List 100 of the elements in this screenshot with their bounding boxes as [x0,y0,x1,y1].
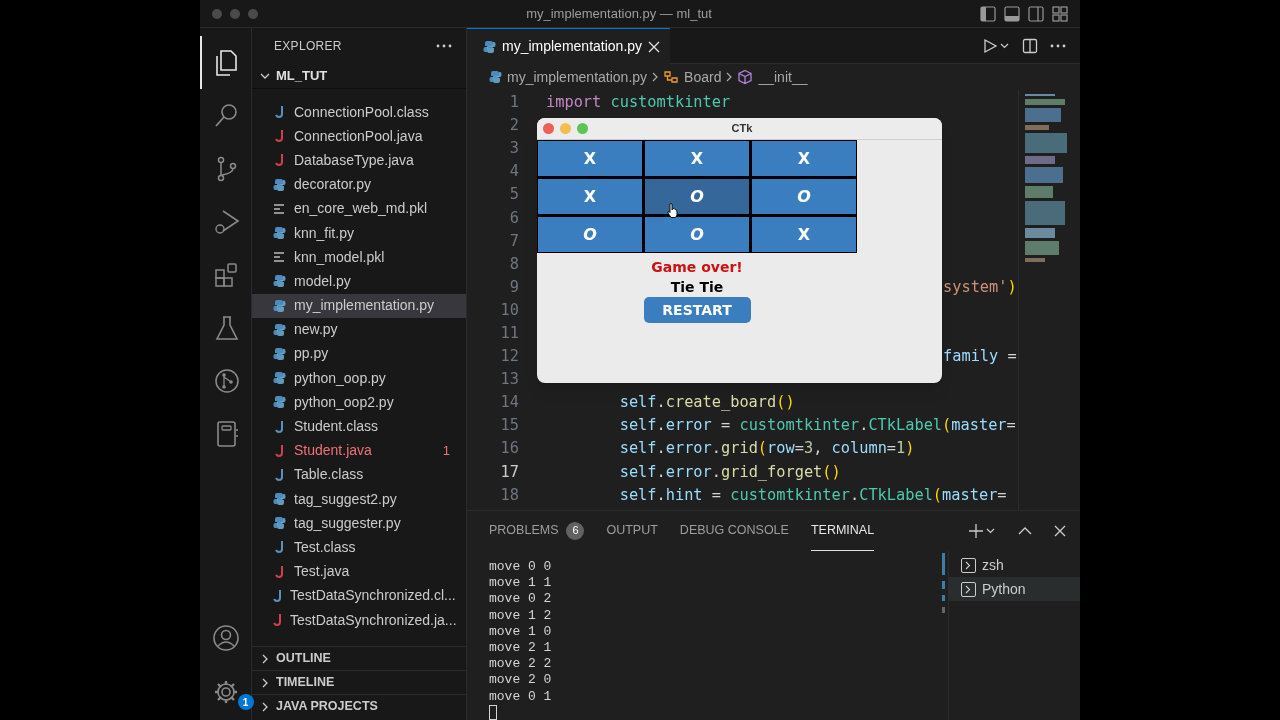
panel-toggle-icon[interactable] [1004,5,1020,22]
python-icon [272,371,286,386]
file-item[interactable]: DatabaseType.java [252,148,466,173]
java-icon [274,419,284,434]
file-item[interactable]: TestDataSynchronized.cl... [252,583,466,608]
section-header[interactable]: TIMELINE [252,670,466,695]
sidebar-title: EXPLORER [274,38,342,55]
line-number: 1 [508,92,519,114]
python-icon [272,346,286,361]
sidebar-toggle-icon[interactable] [980,5,996,22]
java-icon [274,564,284,579]
terminal-item[interactable]: zsh [949,553,1080,577]
section-header[interactable]: JAVA PROJECTS [252,694,466,719]
breadcrumb-item[interactable]: my_implementation.py [489,66,648,88]
section-header[interactable]: OUTLINE [252,646,466,671]
folder-header[interactable]: ML_TUT [252,64,466,88]
result-text: Tie Tie [670,278,724,297]
window-title: CTk [731,121,753,137]
board-cell[interactable]: X [752,217,856,252]
code-line: family = [943,346,1017,368]
file-item[interactable]: Test.java [252,559,466,584]
file-item[interactable]: ConnectionPool.java [252,124,466,149]
secondary-sidebar-icon[interactable] [1028,5,1044,22]
line-number: 10 [499,299,519,321]
java-icon [274,540,284,555]
line-number: 16 [499,438,519,460]
file-item[interactable]: my_implementation.py [252,293,466,318]
python-icon [489,70,502,84]
file-item[interactable]: python_oop.py [252,366,466,391]
file-item[interactable]: tag_suggester.py [252,511,466,536]
close-icon[interactable] [648,40,661,53]
panel-tab[interactable]: DEBUG CONSOLE [679,511,789,551]
hand-cursor-icon [667,203,678,218]
terminal-icon [961,581,976,597]
terminal-line: move 2 1 [489,640,553,657]
split-editor-icon[interactable] [1022,37,1038,54]
file-item[interactable]: Table.class [252,462,466,487]
board-cell[interactable]: X [538,179,642,214]
file-item[interactable]: new.py [252,317,466,342]
file-item[interactable]: TestDataSynchronized.ja... [252,607,466,633]
board-cell[interactable]: O [752,179,856,214]
chevron-icon [725,72,734,82]
file-item[interactable]: Student.class [252,414,466,439]
board-cell[interactable]: X [752,141,856,176]
file-item[interactable]: en_core_web_md.pkl [252,196,466,221]
terminal-item[interactable]: Python [949,577,1080,601]
board-cell[interactable]: X [645,141,749,176]
code-line: system') [943,276,1017,298]
python-icon [272,226,286,241]
code-line: self.error = customtkinter.CTkLabel(master= [618,415,1016,437]
python-icon [483,39,496,54]
code-line: self.error.grid(row=3, column=1) [618,438,915,460]
window-title: my_implementation.py — ml_tut [526,4,712,23]
panel-tab[interactable]: PROBLEMS 6 [489,511,585,551]
file-item[interactable]: pp.py [252,341,466,367]
class-icon [663,69,680,85]
breadcrumb-item[interactable]: Board [663,66,722,88]
file-item[interactable]: ConnectionPool.class [252,100,466,125]
file-item[interactable]: knn_fit.py [252,220,466,246]
editor-tab[interactable]: my_implementation.py [467,28,671,64]
line-number: 17 [499,461,519,483]
file-item[interactable]: decorator.py [252,172,466,197]
line-number: 3 [508,138,519,160]
python-icon [272,395,286,410]
line-number: 2 [508,115,519,137]
more-icon[interactable] [436,44,452,48]
restart-button[interactable]: RESTART [643,297,751,323]
file-item[interactable]: Test.class [252,535,466,560]
add-terminal-icon[interactable] [968,523,996,539]
line-number: 4 [508,161,519,183]
java-icon [274,443,284,458]
folder-name: ML_TUT [276,67,328,86]
close-icon[interactable] [1054,525,1066,537]
panel-tab[interactable]: TERMINAL [810,511,875,551]
file-item[interactable]: model.py [252,269,466,294]
code-line: self.create_board() [618,392,795,414]
layout-icon[interactable] [1052,5,1068,22]
file-item[interactable]: Student.java 1 [252,438,466,463]
line-number: 7 [508,230,519,252]
file-item[interactable]: python_oop2.py [252,390,466,415]
line-number: 6 [508,207,519,229]
board-cell[interactable]: X [538,141,642,176]
line-number: 9 [508,276,519,298]
more-icon[interactable] [1050,43,1066,48]
python-icon [272,322,286,337]
line-number: 15 [499,415,519,437]
account-icon[interactable] [211,624,240,652]
terminal-line: move 1 0 [489,623,553,640]
board-cell[interactable]: O [538,217,642,252]
maximize-panel-icon[interactable] [1018,526,1032,536]
file-item[interactable]: tag_suggest2.py [252,487,466,512]
problem-count: 1 [442,441,450,460]
breadcrumb-item[interactable]: __init__ [737,66,808,88]
java-icon [274,129,284,144]
board-cell[interactable]: O [645,179,749,214]
board-cell[interactable]: O [645,217,749,252]
file-item[interactable]: knn_model.pkl [252,245,466,270]
line-number: 11 [499,323,519,344]
panel-tab[interactable]: OUTPUT [606,511,658,551]
run-icon[interactable] [982,37,1010,54]
